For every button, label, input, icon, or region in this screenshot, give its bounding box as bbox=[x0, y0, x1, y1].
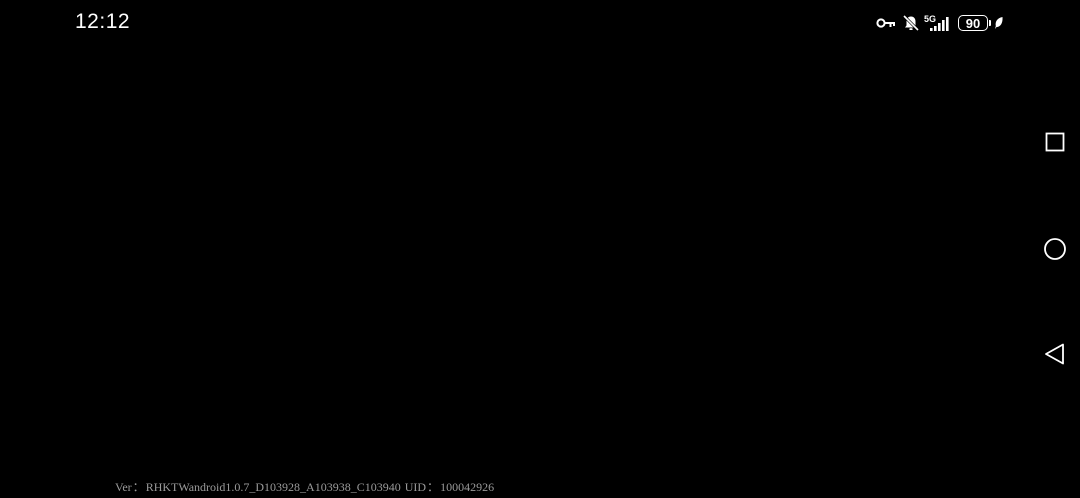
bell-off-icon bbox=[902, 14, 920, 32]
uid-label: UID bbox=[404, 480, 427, 494]
version-value: RHKTWandroid1.0.7_D103928_A103938_C10394… bbox=[145, 480, 401, 494]
home-button[interactable] bbox=[1042, 236, 1068, 262]
5g-signal-icon: 5G bbox=[924, 14, 952, 32]
network-type-label: 5G bbox=[924, 14, 936, 24]
recents-square-icon bbox=[1045, 132, 1065, 152]
uid-value: 100042926 bbox=[440, 480, 495, 494]
version-separator: ： bbox=[132, 480, 145, 494]
key-icon bbox=[876, 17, 896, 29]
back-triangle-icon bbox=[1045, 343, 1064, 365]
app-screen: 12:12 5G 90 Ver：RHKTWandroid1.0.7_D10392… bbox=[0, 0, 1080, 498]
home-circle-icon bbox=[1044, 238, 1066, 260]
version-label: Ver bbox=[115, 480, 132, 494]
battery-icon: 90 bbox=[958, 15, 991, 31]
version-info: Ver：RHKTWandroid1.0.7_D103928_A103938_C1… bbox=[115, 478, 494, 495]
uid-separator: ： bbox=[427, 480, 440, 494]
leaf-icon bbox=[994, 16, 1004, 30]
status-time: 12:12 bbox=[75, 10, 131, 33]
recents-button[interactable] bbox=[1042, 129, 1068, 155]
status-icons: 5G 90 bbox=[876, 12, 1004, 34]
navigation-bar bbox=[1030, 0, 1080, 498]
battery-level: 90 bbox=[965, 15, 981, 31]
back-button[interactable] bbox=[1042, 341, 1068, 367]
